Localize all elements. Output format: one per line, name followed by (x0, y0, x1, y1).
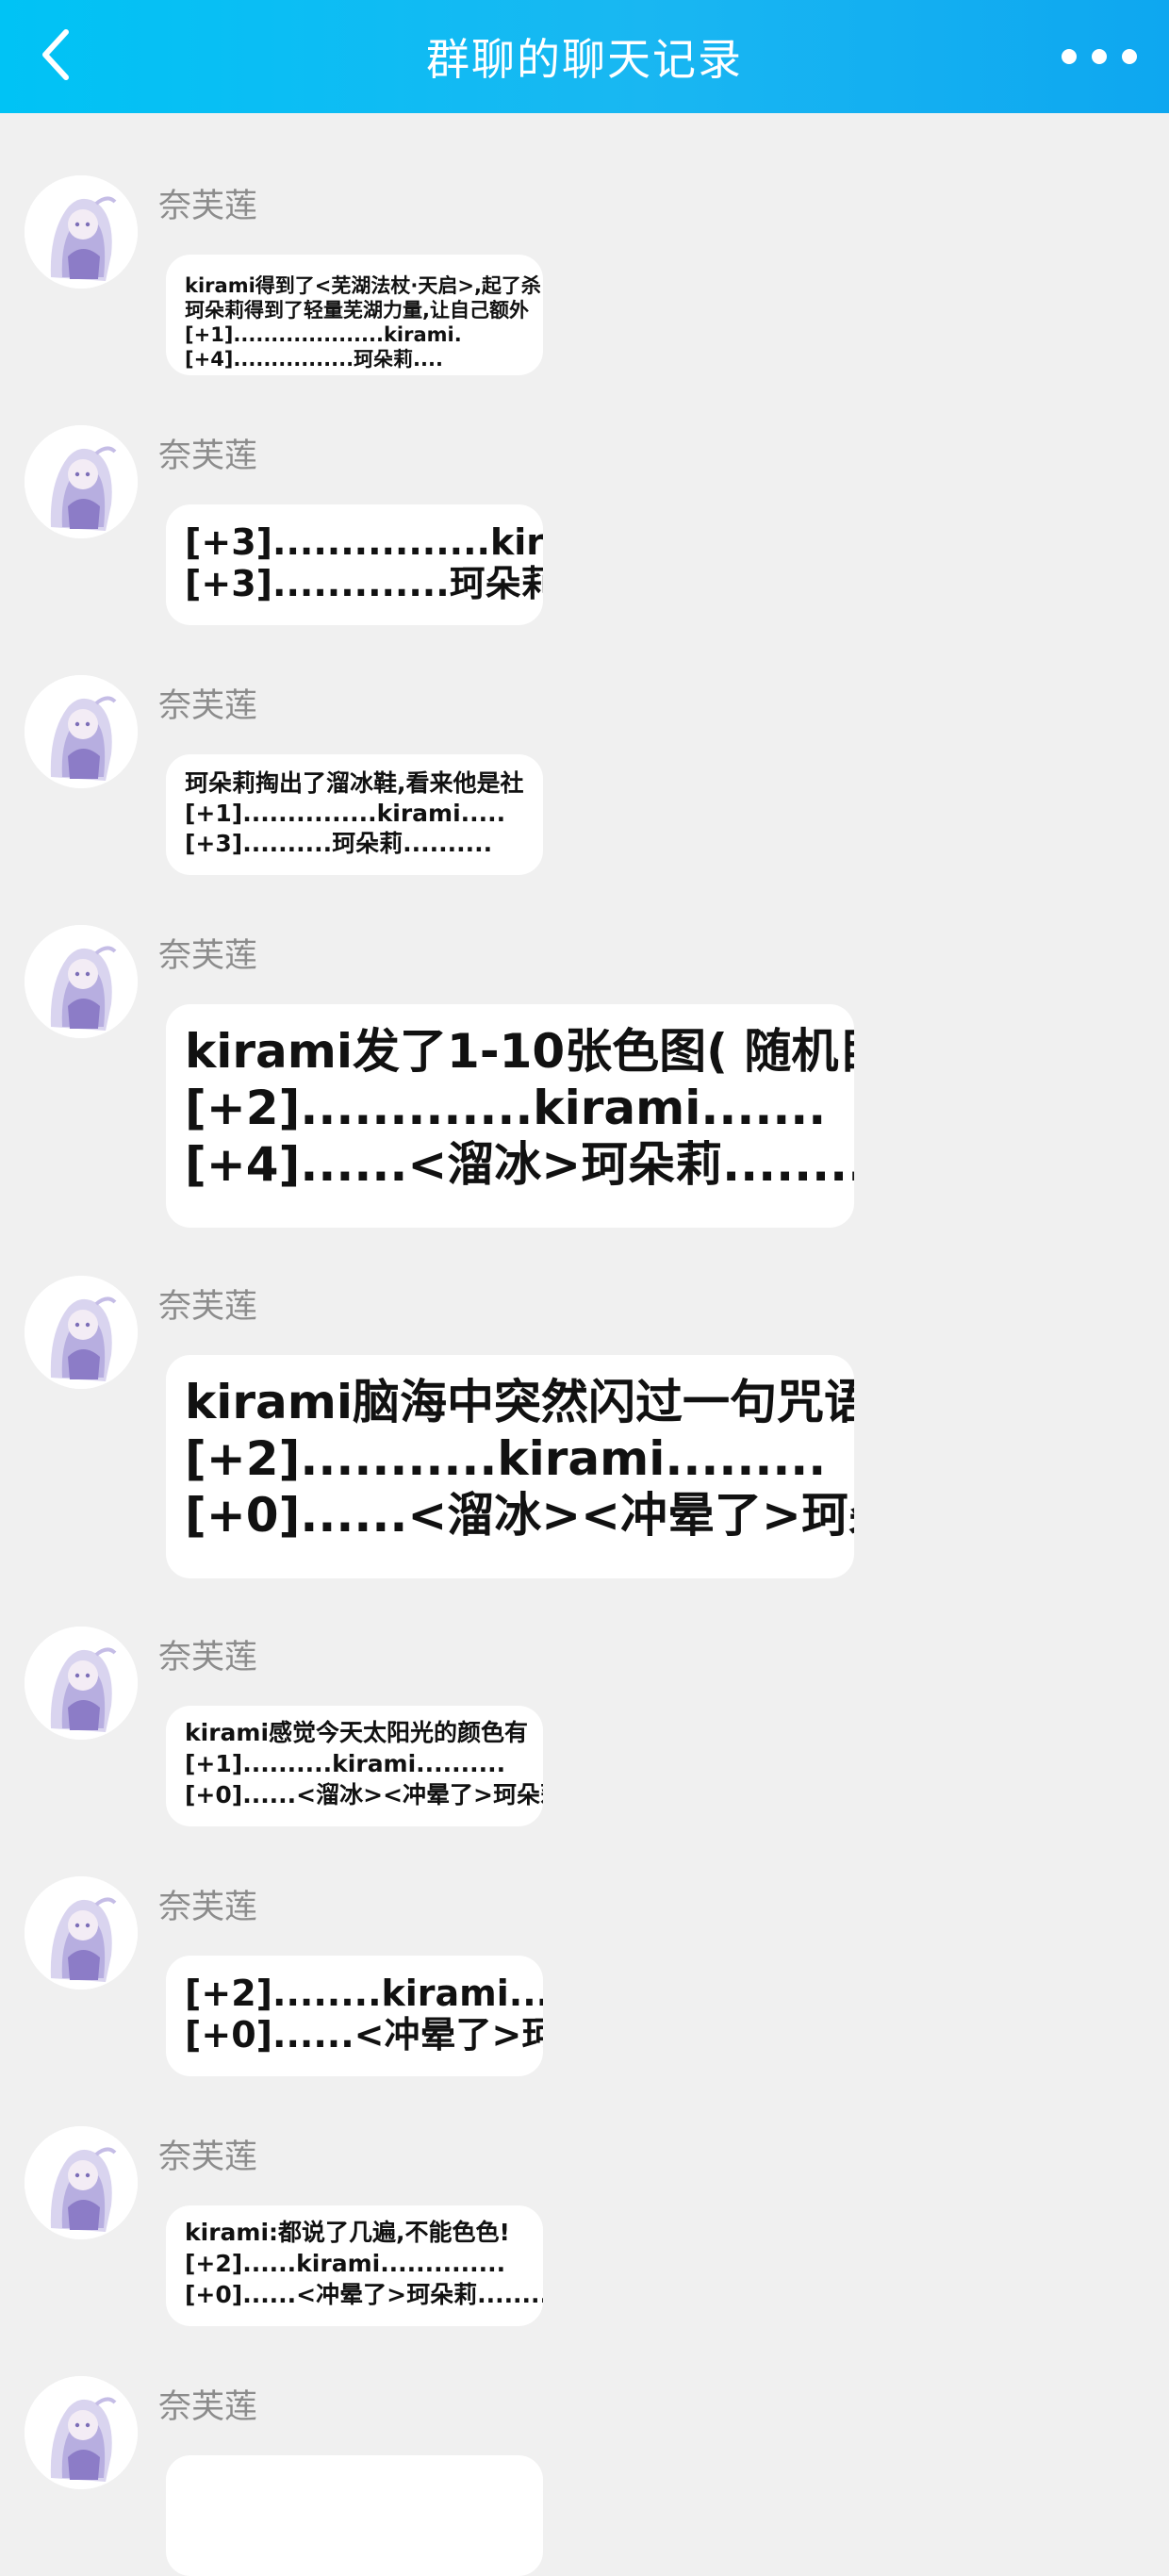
message-line: 珂朵莉得到了轻量芜湖力量,让自己额外 (185, 299, 529, 322)
sender-name: 奈芙莲 (158, 1639, 258, 1676)
avatar[interactable] (25, 1627, 138, 1740)
avatar[interactable] (25, 1276, 138, 1389)
message-bubble[interactable]: kirami发了1-10张色图( 随机目 [+2].............kir… (166, 1004, 854, 1228)
message-line: [+1]..........kirami.......... (185, 1750, 506, 1777)
chat-message: 奈芙莲 [+3]................kiram[+3]........… (0, 363, 1169, 625)
message-line: [+1]...............kirami..... (185, 800, 506, 827)
message-line: [+0]......<溜冰><冲晕了>珂朵莉 (185, 1781, 543, 1808)
chat-message: 奈芙莲 [+2]........kirami.......[+0]......<冲… (0, 1814, 1169, 2076)
avatar[interactable] (25, 175, 138, 289)
message-bubble[interactable]: [+3]................kiram[+3]...........… (166, 504, 543, 625)
chat-message: 奈芙莲 (0, 2314, 1169, 2576)
sender-name: 奈芙莲 (158, 2388, 258, 2426)
message-line: kirami发了1-10张色图( 随机目 (185, 1024, 854, 1079)
message-line: [+3].............珂朵莉... (185, 563, 543, 604)
sender-name: 奈芙莲 (158, 1889, 258, 1926)
message-line: [+2]......kirami.............. (185, 2250, 506, 2277)
app-header: 群聊的聊天记录 (0, 0, 1169, 113)
sender-name: 奈芙莲 (158, 438, 258, 475)
message-line: [+3]..........珂朵莉.......... (185, 830, 493, 857)
message-line: [+2]...........kirami......... (185, 1431, 827, 1486)
message-line: [+2].............kirami....... (185, 1081, 827, 1135)
avatar[interactable] (25, 425, 138, 538)
chat-message: 奈芙莲 kirami得到了<芜湖法杖·天启>,起了杀 珂朵莉得到了轻量芜湖力量,让自… (0, 113, 1169, 375)
message-line: [+3]................kiram (185, 521, 543, 563)
sender-name: 奈芙莲 (158, 1288, 258, 1326)
more-dots-icon (1062, 49, 1077, 64)
page-title: 群聊的聊天记录 (426, 34, 743, 85)
chat-message: 奈芙莲珂朵莉掏出了溜冰鞋,看来他是社 [+1]...............kir… (0, 613, 1169, 875)
sender-name: 奈芙莲 (158, 2138, 258, 2176)
message-line: [+2]........kirami....... (185, 1973, 543, 2014)
message-line: kirami:都说了几遍,不能色色! (185, 2219, 510, 2246)
message-bubble[interactable]: 珂朵莉掏出了溜冰鞋,看来他是社 [+1]...............kirami… (166, 754, 543, 875)
message-bubble[interactable]: [+2]........kirami.......[+0]......<冲晕了>… (166, 1956, 543, 2076)
message-bubble[interactable]: kirami:都说了几遍,不能色色! [+2]......kirami......… (166, 2205, 543, 2326)
avatar[interactable] (25, 2376, 138, 2489)
message-line: [+0]......<溜冰><冲晕了>珂朵莉 (185, 1488, 854, 1543)
chat-message: 奈芙莲 kirami脑海中突然闪过一句咒语 [+2]...........kiram… (0, 1214, 1169, 1578)
sender-name: 奈芙莲 (158, 937, 258, 975)
more-button[interactable] (1062, 28, 1137, 85)
more-dot (1122, 49, 1137, 64)
avatar[interactable] (25, 925, 138, 1038)
chat-message: 奈芙莲 kirami感觉今天太阳光的颜色有 [+1]..........kirami… (0, 1564, 1169, 1826)
message-bubble[interactable] (166, 2455, 543, 2576)
message-line: kirami感觉今天太阳光的颜色有 (185, 1719, 529, 1746)
message-line: [+0]......<冲晕了>珂朵莉 (185, 2014, 543, 2056)
chat-message: 奈芙莲 kirami:都说了几遍,不能色色! [+2]......kirami...… (0, 2064, 1169, 2326)
message-bubble[interactable]: kirami脑海中突然闪过一句咒语 [+2]...........kirami..… (166, 1355, 854, 1578)
sender-name: 奈芙莲 (158, 188, 258, 225)
message-line: kirami得到了<芜湖法杖·天启>,起了杀 (185, 274, 541, 297)
sender-name: 奈芙莲 (158, 687, 258, 725)
message-bubble[interactable]: kirami感觉今天太阳光的颜色有 [+1]..........kirami...… (166, 1706, 543, 1826)
avatar[interactable] (25, 675, 138, 788)
more-dot (1092, 49, 1107, 64)
avatar[interactable] (25, 1876, 138, 1990)
message-line: [+1]....................kirami. (185, 323, 462, 346)
message-line: 珂朵莉掏出了溜冰鞋,看来他是社 (185, 769, 524, 797)
message-line: [+0]......<冲晕了>珂朵莉........ (185, 2281, 543, 2308)
message-line: kirami脑海中突然闪过一句咒语 (185, 1375, 854, 1429)
chat-message: 奈芙莲 kirami发了1-10张色图( 随机目 [+2].............… (0, 863, 1169, 1228)
avatar[interactable] (25, 2126, 138, 2239)
message-bubble[interactable]: kirami得到了<芜湖法杖·天启>,起了杀 珂朵莉得到了轻量芜湖力量,让自己额外… (166, 255, 543, 375)
message-line: [+4]......<溜冰>珂朵莉............ (185, 1137, 854, 1192)
